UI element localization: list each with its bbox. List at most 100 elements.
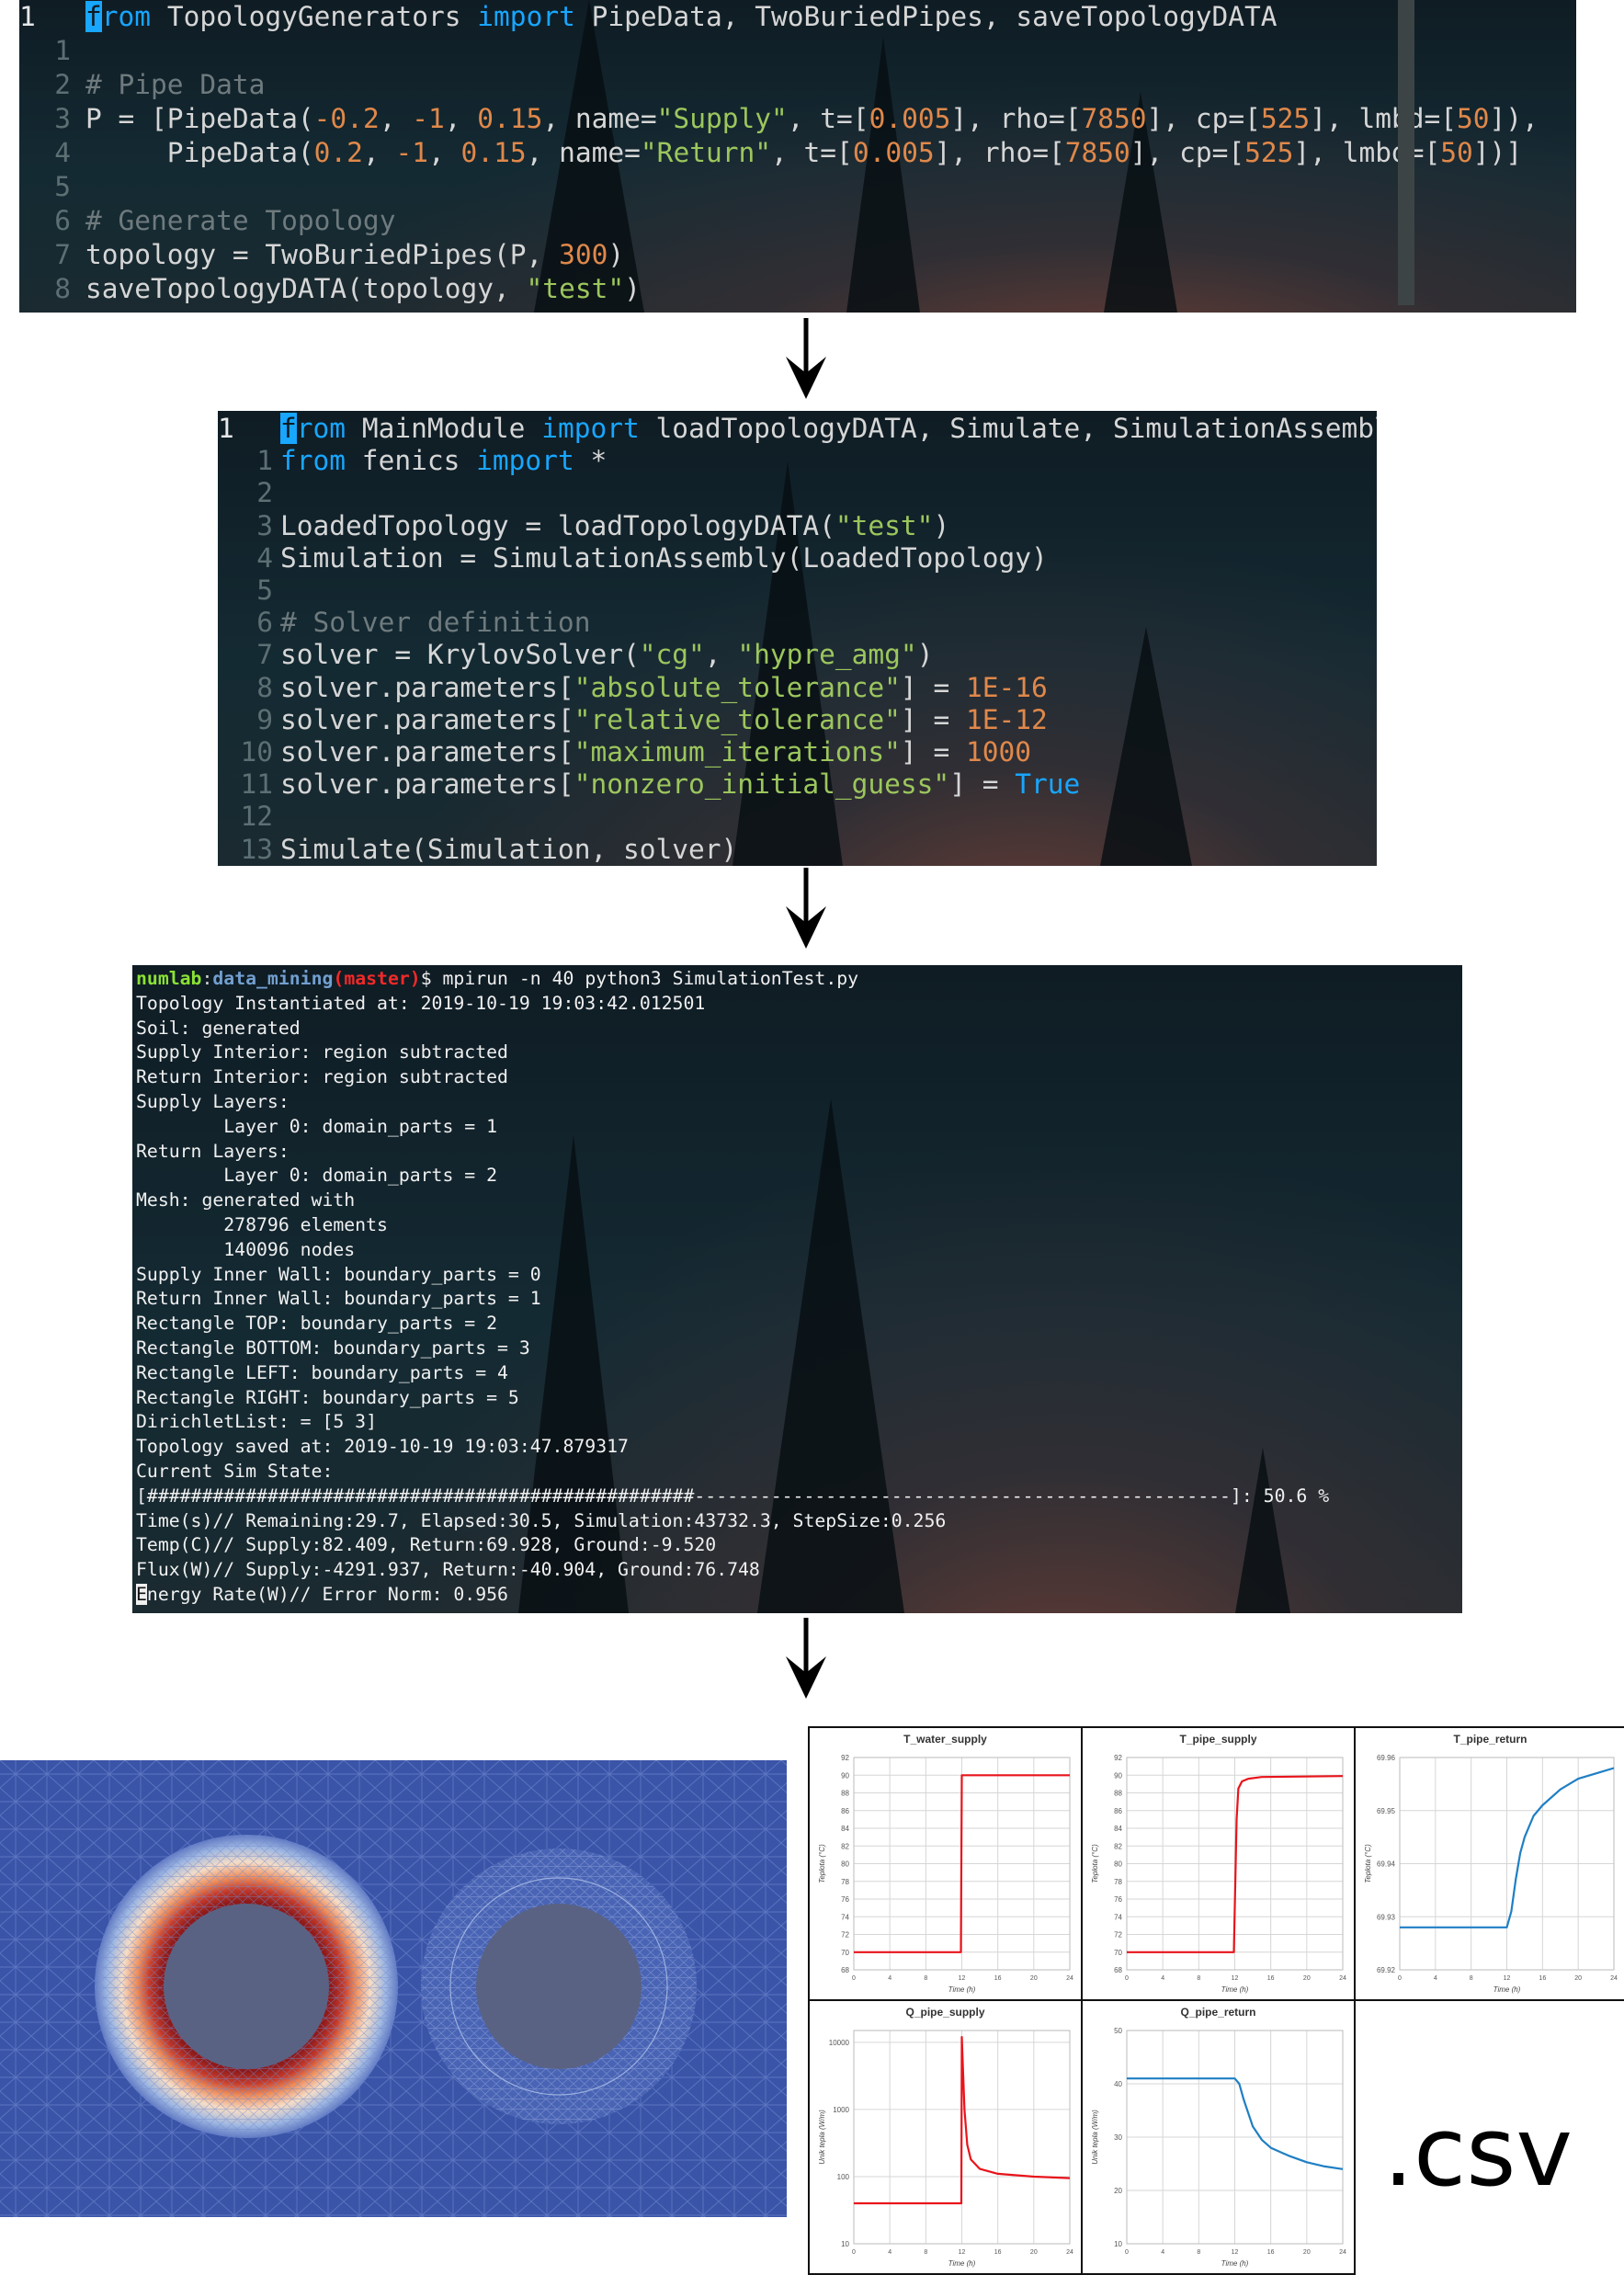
terminal-line: Topology Instantiated at: 2019-10-19 19:…: [136, 992, 706, 1014]
y-tick-label: 90: [1114, 1771, 1122, 1780]
code-token: 50: [1457, 103, 1490, 134]
code-editor-topology[interactable]: 1 from TopologyGenerators import PipeData…: [19, 0, 1576, 306]
code-token: rom: [101, 1, 152, 32]
code-line[interactable]: 1: [19, 34, 1576, 68]
x-tick-label: 4: [888, 1975, 891, 1982]
x-tick-label: 4: [888, 2249, 891, 2256]
code-token: 1000: [965, 736, 1032, 768]
y-axis-label: Unik tepla (W/m): [818, 2110, 826, 2165]
code-token: 300: [559, 239, 608, 270]
y-tick-label: 76: [841, 1895, 849, 1904]
code-token: 0.2: [313, 137, 363, 168]
down-arrow-icon: [786, 868, 826, 949]
code-token: # Generate Topology: [85, 205, 396, 236]
code-token: 50: [1440, 137, 1473, 168]
code-token: ], rho=[: [934, 137, 1065, 168]
x-tick-label: 8: [1197, 1975, 1200, 1982]
x-tick-label: 4: [1161, 2249, 1164, 2256]
down-arrow-icon: [786, 318, 826, 399]
x-tick-label: 0: [852, 1975, 856, 1982]
y-axis-label: Teplota (°C): [818, 1844, 826, 1883]
x-tick-label: 20: [1030, 1975, 1038, 1982]
y-tick-label: 50: [1114, 2027, 1122, 2035]
code-line[interactable]: 5: [19, 170, 1576, 204]
code-token: ]),: [1489, 103, 1539, 134]
y-tick-label: 88: [1114, 1790, 1122, 1798]
code-token: ], lmbd=[: [1293, 137, 1441, 168]
y-tick-label: 78: [841, 1878, 849, 1886]
chart-t-water-supply: T_water_supply 0 4 8 12 16 20 24 68 70 72 74 76 78 80 8…: [808, 1726, 1083, 2001]
line-number: 1: [19, 1, 36, 32]
y-tick-label: 10: [841, 2240, 849, 2248]
code-line[interactable]: 3 P = [PipeData(-0.2, -1, 0.15, name="Sup…: [19, 102, 1576, 136]
line-number: 4: [256, 541, 273, 574]
code-line[interactable]: 12: [218, 801, 1377, 833]
code-token: -0.2: [313, 103, 380, 134]
code-token: 0.15: [477, 103, 543, 134]
x-tick-label: 24: [1339, 1975, 1346, 1982]
code-token: topology = TwoBuriedPipes(P,: [85, 239, 560, 270]
code-line[interactable]: 5: [218, 574, 1377, 607]
code-line[interactable]: 3 LoadedTopology = loadTopologyDATA("test…: [218, 510, 1377, 542]
prompt-colon: :: [201, 968, 213, 989]
y-tick-label: 40: [1114, 2080, 1122, 2088]
code-line[interactable]: 11 solver.parameters["nonzero_initial_gue…: [218, 768, 1377, 801]
code-token: 1E-12: [965, 703, 1048, 735]
code-token: ): [608, 239, 625, 270]
chart-q-pipe-return: Q_pipe_return 0 4 8 12 16 20 24 10 20 30 40 50 Time (…: [1081, 1999, 1356, 2275]
code-token: "maximum_iterations": [574, 736, 901, 768]
chart-title: T_pipe_return: [1453, 1733, 1527, 1746]
code-line[interactable]: 7 solver = KrylovSolver("cg", "hypre_amg"…: [218, 639, 1377, 671]
code-line[interactable]: 2: [218, 477, 1377, 509]
x-axis-label: Time (h): [948, 2259, 976, 2268]
line-number: 1: [256, 445, 273, 477]
code-line[interactable]: 9 solver.parameters["relative_tolerance"]…: [218, 704, 1377, 736]
code-token: solver = KrylovSolver(: [280, 639, 640, 671]
terminal-line: Supply Layers:: [136, 1090, 290, 1112]
editor-scrollbar[interactable]: [1398, 0, 1414, 305]
series-line: [854, 2036, 1071, 2205]
code-token: Simulation = SimulationAssembly(LoadedTo…: [280, 541, 1048, 574]
code-line[interactable]: 8 saveTopologyDATA(topology, "test"): [19, 272, 1576, 306]
code-token: ,: [428, 137, 461, 168]
code-line[interactable]: 4 Simulation = SimulationAssembly(LoadedT…: [218, 542, 1377, 574]
code-token: from: [280, 445, 346, 477]
y-tick-label: 70: [841, 1949, 849, 1957]
y-tick-label: 69.93: [1377, 1913, 1396, 1921]
code-token: "test": [835, 509, 934, 541]
line-number: 10: [240, 736, 273, 768]
code-line[interactable]: 13 Simulate(Simulation, solver): [218, 834, 1377, 866]
terminal-line: Rectangle TOP: boundary_parts = 2: [136, 1313, 498, 1335]
y-tick-label: 10000: [829, 2039, 850, 2047]
x-tick-label: 8: [1470, 1975, 1473, 1982]
line-number: 9: [256, 703, 273, 735]
code-token: MainModule: [346, 413, 542, 444]
terminal-line: DirichletList: = [5 3]: [136, 1411, 378, 1433]
code-line[interactable]: 8 solver.parameters["absolute_tolerance"]…: [218, 672, 1377, 704]
y-tick-label: 82: [841, 1842, 849, 1850]
code-line[interactable]: 6 # Solver definition: [218, 607, 1377, 639]
code-line[interactable]: 1 from fenics import *: [218, 445, 1377, 477]
code-editor-simulation[interactable]: 1 from MainModule import loadTopologyDATA…: [218, 413, 1377, 866]
y-axis-label: Teplota (°C): [1091, 1844, 1099, 1883]
code-line[interactable]: 7 topology = TwoBuriedPipes(P, 300): [19, 238, 1576, 272]
code-line[interactable]: 6 # Generate Topology: [19, 204, 1576, 238]
y-tick-label: 72: [1114, 1931, 1122, 1939]
line-number: 7: [54, 239, 71, 270]
code-line[interactable]: 4 PipeData(0.2, -1, 0.15, name="Return",…: [19, 136, 1576, 170]
code-line[interactable]: 1 from MainModule import loadTopologyDATA…: [218, 413, 1377, 445]
code-line[interactable]: 10 solver.parameters["maximum_iterations"…: [218, 736, 1377, 768]
y-tick-label: 90: [841, 1771, 849, 1780]
terminal-line: Layer 0: domain_parts = 1: [136, 1115, 498, 1137]
editor-panel-simulation: 1 from MainModule import loadTopologyDATA…: [218, 411, 1377, 866]
line-number: 12: [240, 801, 273, 833]
code-line[interactable]: 1 from TopologyGenerators import PipeData…: [19, 0, 1576, 34]
y-tick-label: 69.94: [1377, 1860, 1396, 1869]
code-line[interactable]: 2 # Pipe Data: [19, 68, 1576, 102]
terminal-window[interactable]: numlab:data_mining(master)$ mpirun -n 40…: [132, 965, 1462, 1613]
code-token: ], rho=[: [950, 103, 1082, 134]
code-token: 525: [1244, 137, 1294, 168]
line-number: 8: [256, 671, 273, 703]
terminal-line: Layer 0: domain_parts = 2: [136, 1165, 498, 1187]
chart-title: T_water_supply: [903, 1733, 987, 1746]
